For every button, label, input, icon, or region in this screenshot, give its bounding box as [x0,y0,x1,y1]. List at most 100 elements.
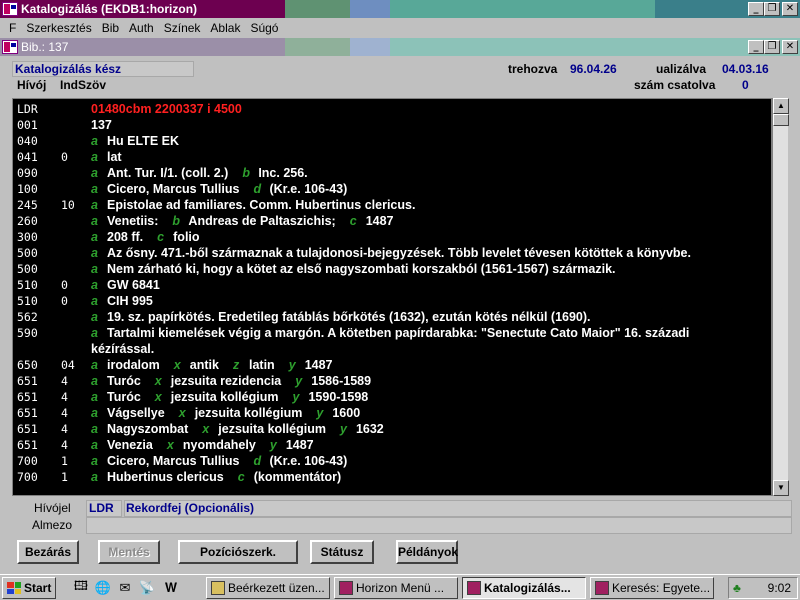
record-content[interactable]: a lat [91,149,136,165]
record-row[interactable]: LDR 01480cbm 2200337 i 4500 [13,101,771,117]
record-row[interactable]: 700 1 a Hubertinus clericus c (kommentátor) [13,469,771,485]
child-close-button[interactable]: ✕ [782,40,798,54]
outlook-quicklaunch-icon[interactable]: ✉ [116,579,134,597]
record-content[interactable]: 137 [91,117,112,133]
record-row[interactable]: 590 a Tartalmi kiemelések végig a margón. … [13,325,771,357]
word-quicklaunch-icon[interactable]: 𝐖 [162,579,180,597]
record-content[interactable]: a Hu ELTE EK [91,133,193,149]
record-row[interactable]: 651 4 a Vágsellye x jezsuita kollégium y 1600 [13,405,771,421]
record-content[interactable]: a Vágsellye x jezsuita kollégium y 1600 [91,405,374,421]
record-row[interactable]: 651 4 a Turóc x jezsuita kollégium y 1590-1598 [13,389,771,405]
subfield-text: Cicero, Marcus Tullius [107,454,240,468]
record-content[interactable]: a Epistolae ad familiares. Comm. Hubertin… [91,197,429,213]
copies-button[interactable]: Példányok [396,540,458,564]
channels-quicklaunch-icon[interactable]: 📡 [138,579,156,597]
subfield: y 1632 [340,422,384,436]
subfield: d (Kr.e. 106-43) [253,454,347,468]
record-content[interactable]: a Venetiis: b Andreas de Paltaszichis; c 1487 [91,213,408,229]
taskbar-item-search[interactable]: Keresés: Egyete... [590,577,714,599]
subfield-text: CIH 995 [107,294,153,308]
close-record-button[interactable]: Bezárás [17,540,79,564]
subfield: x jezsuita kollégium [202,422,326,436]
record-content[interactable]: 01480cbm 2200337 i 4500 [91,101,242,117]
record-row[interactable]: 100 a Cicero, Marcus Tullius d (Kr.e. 106-43… [13,181,771,197]
scroll-down-arrow-icon[interactable]: ▼ [773,480,789,496]
record-content[interactable]: a Cicero, Marcus Tullius d (Kr.e. 106-43) [91,181,361,197]
record-content[interactable]: a Az ősny. 471.-ből származnak a tulajdon… [91,245,705,261]
taskbar-item-cataloging[interactable]: Katalogizálás... [462,577,586,599]
menu-help[interactable]: Súgó [245,21,283,35]
record-content[interactable]: a Nem zárható ki, hogy a kötet az első na… [91,261,630,277]
record-row[interactable]: 651 4 a Venezia x nyomdahely y 1487 [13,437,771,453]
subfield-code: d [253,454,262,468]
record-row[interactable]: 500 a Az ősny. 471.-ből származnak a tulaj… [13,245,771,261]
marc-record-editor[interactable]: LDR 01480cbm 2200337 i 4500 001 137 040 a Hu E… [12,98,772,496]
main-title-bar[interactable]: Katalogizálás (EKDB1:horizon) _ ❐ ✕ [0,0,800,18]
record-row[interactable]: 041 0 a lat [13,149,771,165]
record-content[interactable]: a Tartalmi kiemelések végig a margón. A k… [91,325,761,357]
menu-bib[interactable]: Bib [97,21,124,35]
subfield-code: c [237,470,245,484]
status-button[interactable]: Státusz [310,540,374,564]
record-content[interactable]: a Hubertinus clericus c (kommentátor) [91,469,355,485]
subfield: a Epistolae ad familiares. Comm. Hubertin… [91,198,415,212]
tray-app-icon[interactable]: ♣ [733,581,741,595]
save-button[interactable]: Mentés [98,540,160,564]
close-button[interactable]: ✕ [782,2,798,16]
record-content[interactable]: a Turóc x jezsuita kollégium y 1590-1598 [91,389,382,405]
child-minimize-button[interactable]: _ [748,40,764,54]
subfield-code: a [91,198,98,212]
restore-button[interactable]: ❐ [764,2,780,16]
browser-quicklaunch-icon[interactable]: 🌐 [94,579,112,597]
subfield-code: b [242,166,250,180]
record-row[interactable]: 650 04 a irodalom x antik z latin y 1487 [13,357,771,373]
desktop-quicklaunch-icon[interactable]: 🖽 [72,578,90,597]
record-row[interactable]: 001 137 [13,117,771,133]
record-row[interactable]: 510 0 a GW 6841 [13,277,771,293]
record-row[interactable]: 245 10 a Epistolae ad familiares. Comm. Hub… [13,197,771,213]
menu-colors[interactable]: Színek [159,21,206,35]
editor-scrollbar[interactable]: ▲ ▼ [772,98,789,496]
record-row[interactable]: 510 0 a CIH 995 [13,293,771,309]
menu-edit[interactable]: Szerkesztés [21,21,96,35]
record-row[interactable]: 500 a Nem zárható ki, hogy a kötet az első… [13,261,771,277]
subfield: a Turóc [91,390,141,404]
start-button[interactable]: Start [2,577,56,599]
taskbar-item-inbox[interactable]: Beérkezett üzen... [206,577,330,599]
child-title-bar[interactable]: Bib.: 137 _ ❐ ✕ [0,38,800,56]
scroll-thumb[interactable] [773,114,789,126]
record-content[interactable]: a Venezia x nyomdahely y 1487 [91,437,328,453]
taskbar-item-horizon-menu[interactable]: Horizon Menü ... [334,577,458,599]
menu-window[interactable]: Ablak [205,21,245,35]
record-content[interactable]: a GW 6841 [91,277,174,293]
menu-file[interactable]: F [4,21,21,35]
clock[interactable]: 9:02 [768,581,791,595]
subfield-code: x [166,438,174,452]
child-window-icon[interactable] [2,40,18,54]
record-content[interactable]: a CIH 995 [91,293,167,309]
record-row[interactable]: 651 4 a Nagyszombat x jezsuita kollégium y 1632 [13,421,771,437]
record-row[interactable]: 562 a 19. sz. papírkötés. Eredetileg fatáb… [13,309,771,325]
record-content[interactable]: a irodalom x antik z latin y 1487 [91,357,347,373]
scroll-up-arrow-icon[interactable]: ▲ [773,98,789,114]
record-content[interactable]: a 19. sz. papírkötés. Eredetileg fatáblás… [91,309,605,325]
record-row[interactable]: 651 4 a Turóc x jezsuita rezidencia y 1586-1589 [13,373,771,389]
subfield-text: 1590-1598 [308,390,369,404]
record-content[interactable]: a Nagyszombat x jezsuita kollégium y 1632 [91,421,398,437]
record-indicator: 0 [61,294,68,308]
record-content[interactable]: a Turóc x jezsuita rezidencia y 1586-1589 [91,373,385,389]
position-edit-button[interactable]: Pozíciószerk. [178,540,298,564]
record-row[interactable]: 260 a Venetiis: b Andreas de Paltaszichis; c 1… [13,213,771,229]
menu-auth[interactable]: Auth [124,21,159,35]
record-row[interactable]: 700 1 a Cicero, Marcus Tullius d (Kr.e. 106-4… [13,453,771,469]
record-row[interactable]: 090 a Ant. Tur. I/1. (coll. 2.) b Inc. 256. [13,165,771,181]
record-indicator: 1 [61,454,68,468]
child-restore-button[interactable]: ❐ [764,40,780,54]
app-icon[interactable] [2,2,18,16]
minimize-button[interactable]: _ [748,2,764,16]
record-content[interactable]: a Ant. Tur. I/1. (coll. 2.) b Inc. 256. [91,165,322,181]
record-content[interactable]: a 208 ff. c folio [91,229,214,245]
record-row[interactable]: 300 a 208 ff. c folio [13,229,771,245]
record-row[interactable]: 040 a Hu ELTE EK [13,133,771,149]
record-content[interactable]: a Cicero, Marcus Tullius d (Kr.e. 106-43) [91,453,361,469]
